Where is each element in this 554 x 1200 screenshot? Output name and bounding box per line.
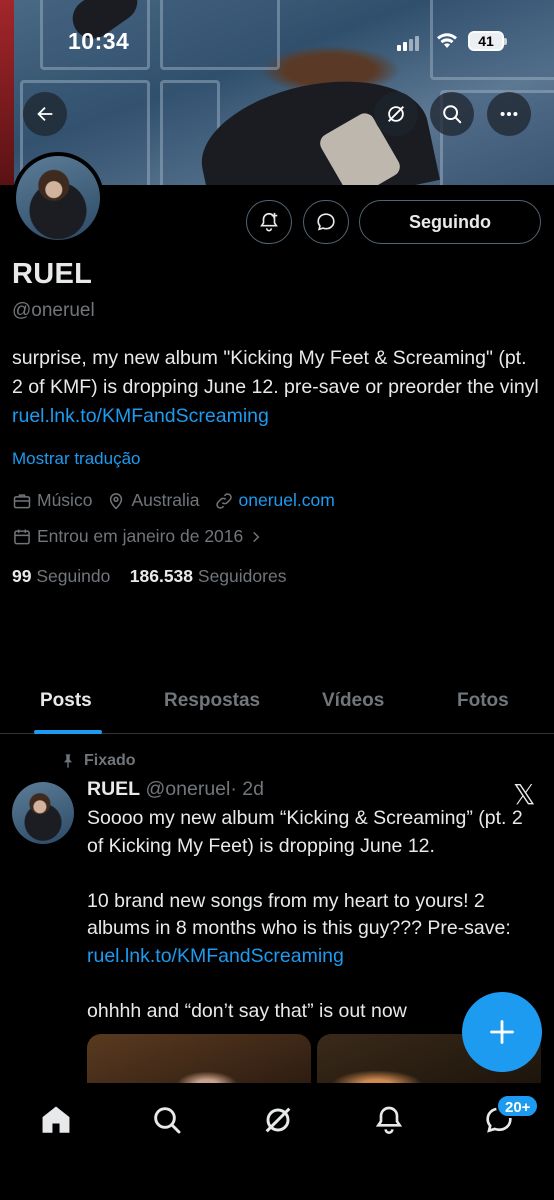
status-bar: 10:34 41 — [0, 0, 554, 80]
location-pin-icon — [110, 492, 123, 510]
nav-search[interactable] — [147, 1100, 187, 1140]
profile-meta: Músico Australia oneruel.com — [12, 490, 349, 511]
link-icon — [215, 492, 232, 509]
profile-category: Músico — [37, 490, 93, 510]
battery-indicator: 41 — [468, 31, 507, 51]
profile-avatar[interactable] — [12, 152, 104, 244]
chat-bubble-icon — [317, 213, 335, 231]
wifi-icon — [436, 31, 458, 54]
more-icon — [500, 111, 518, 117]
followers-count: 186.538 — [129, 566, 194, 586]
grok-icon — [388, 106, 404, 122]
tweet-author-handle: @oneruel — [145, 778, 231, 800]
tweet-time: · 2d — [230, 778, 264, 800]
home-icon — [42, 1106, 70, 1133]
pin-icon — [64, 754, 72, 768]
search-icon — [443, 105, 462, 124]
following-button[interactable]: Seguindo — [359, 200, 541, 244]
tweet-paragraph-3: ohhhh and “don’t say that” is out now — [87, 999, 407, 1022]
profile-tabs: Posts Respostas Vídeos Fotos — [0, 680, 554, 734]
tweet-paragraph-2: 10 brand new songs from my heart to your… — [87, 888, 527, 971]
nav-notifications[interactable] — [369, 1100, 409, 1140]
profile-joined[interactable]: Entrou em janeiro de 2016 — [12, 526, 268, 547]
following-label: Seguindo — [36, 566, 111, 586]
notify-button[interactable] — [246, 200, 292, 244]
grok-button[interactable] — [374, 92, 418, 136]
more-button[interactable] — [487, 92, 531, 136]
bio-text: surprise, my new album "Kicking My Feet … — [12, 347, 539, 398]
tweet-link[interactable]: ruel.lnk.to/KMFandScreaming — [87, 945, 344, 967]
grok-icon — [265, 1107, 291, 1133]
follow-counts: 99 Seguindo 186.538 Seguidores — [12, 566, 286, 587]
message-button[interactable] — [303, 200, 349, 244]
plus-icon — [490, 1020, 514, 1044]
profile-bio: surprise, my new album "Kicking My Feet … — [12, 344, 542, 431]
tab-videos[interactable]: Vídeos — [322, 690, 384, 712]
bio-link[interactable]: ruel.lnk.to/KMFandScreaming — [12, 405, 269, 427]
following-count: 99 — [12, 566, 32, 586]
pinned-label: Fixado — [60, 752, 136, 770]
nav-home[interactable] — [36, 1100, 76, 1140]
bottom-navigation — [0, 1083, 554, 1200]
nav-grok[interactable] — [258, 1100, 298, 1140]
profile-location: Australia — [131, 490, 200, 510]
briefcase-icon — [13, 493, 31, 508]
tab-replies[interactable]: Respostas — [164, 690, 260, 712]
chevron-right-icon — [253, 531, 260, 542]
tab-posts[interactable]: Posts — [40, 690, 92, 712]
status-time: 10:34 — [68, 28, 130, 54]
search-button[interactable] — [430, 92, 474, 136]
search-icon — [154, 1107, 181, 1134]
messages-badge: 20+ — [496, 1094, 540, 1118]
calendar-icon — [14, 529, 30, 544]
tweet-author-name[interactable]: RUEL — [87, 778, 140, 800]
followers-link[interactable]: 186.538 Seguidores — [130, 566, 287, 586]
back-button[interactable] — [23, 92, 67, 136]
active-tab-indicator — [34, 730, 102, 734]
tweet-paragraph-1: Soooo my new album “Kicking & Screaming”… — [87, 807, 523, 857]
followers-label: Seguidores — [197, 566, 287, 586]
compose-button[interactable] — [462, 992, 542, 1072]
arrow-left-icon — [37, 106, 53, 122]
tweet-header: RUEL @oneruel· 2d — [87, 778, 264, 801]
profile-handle: @oneruel — [12, 300, 95, 321]
notifications-icon — [375, 1106, 403, 1134]
tweet-avatar[interactable] — [12, 782, 74, 844]
pinned-text: Fixado — [84, 752, 136, 769]
profile-website[interactable]: oneruel.com — [239, 490, 335, 511]
tweet-body[interactable]: Soooo my new album “Kicking & Screaming”… — [87, 805, 527, 1053]
joined-date: Entrou em janeiro de 2016 — [37, 526, 244, 546]
bell-plus-icon — [260, 212, 278, 232]
following-link[interactable]: 99 Seguindo — [12, 566, 110, 586]
tweet-paragraph-2-text: 10 brand new songs from my heart to your… — [87, 889, 511, 940]
profile-name: RUEL — [12, 258, 93, 290]
tab-photos[interactable]: Fotos — [457, 690, 509, 712]
cellular-signal-icon — [397, 33, 421, 51]
translate-link[interactable]: Mostrar tradução — [12, 449, 141, 469]
